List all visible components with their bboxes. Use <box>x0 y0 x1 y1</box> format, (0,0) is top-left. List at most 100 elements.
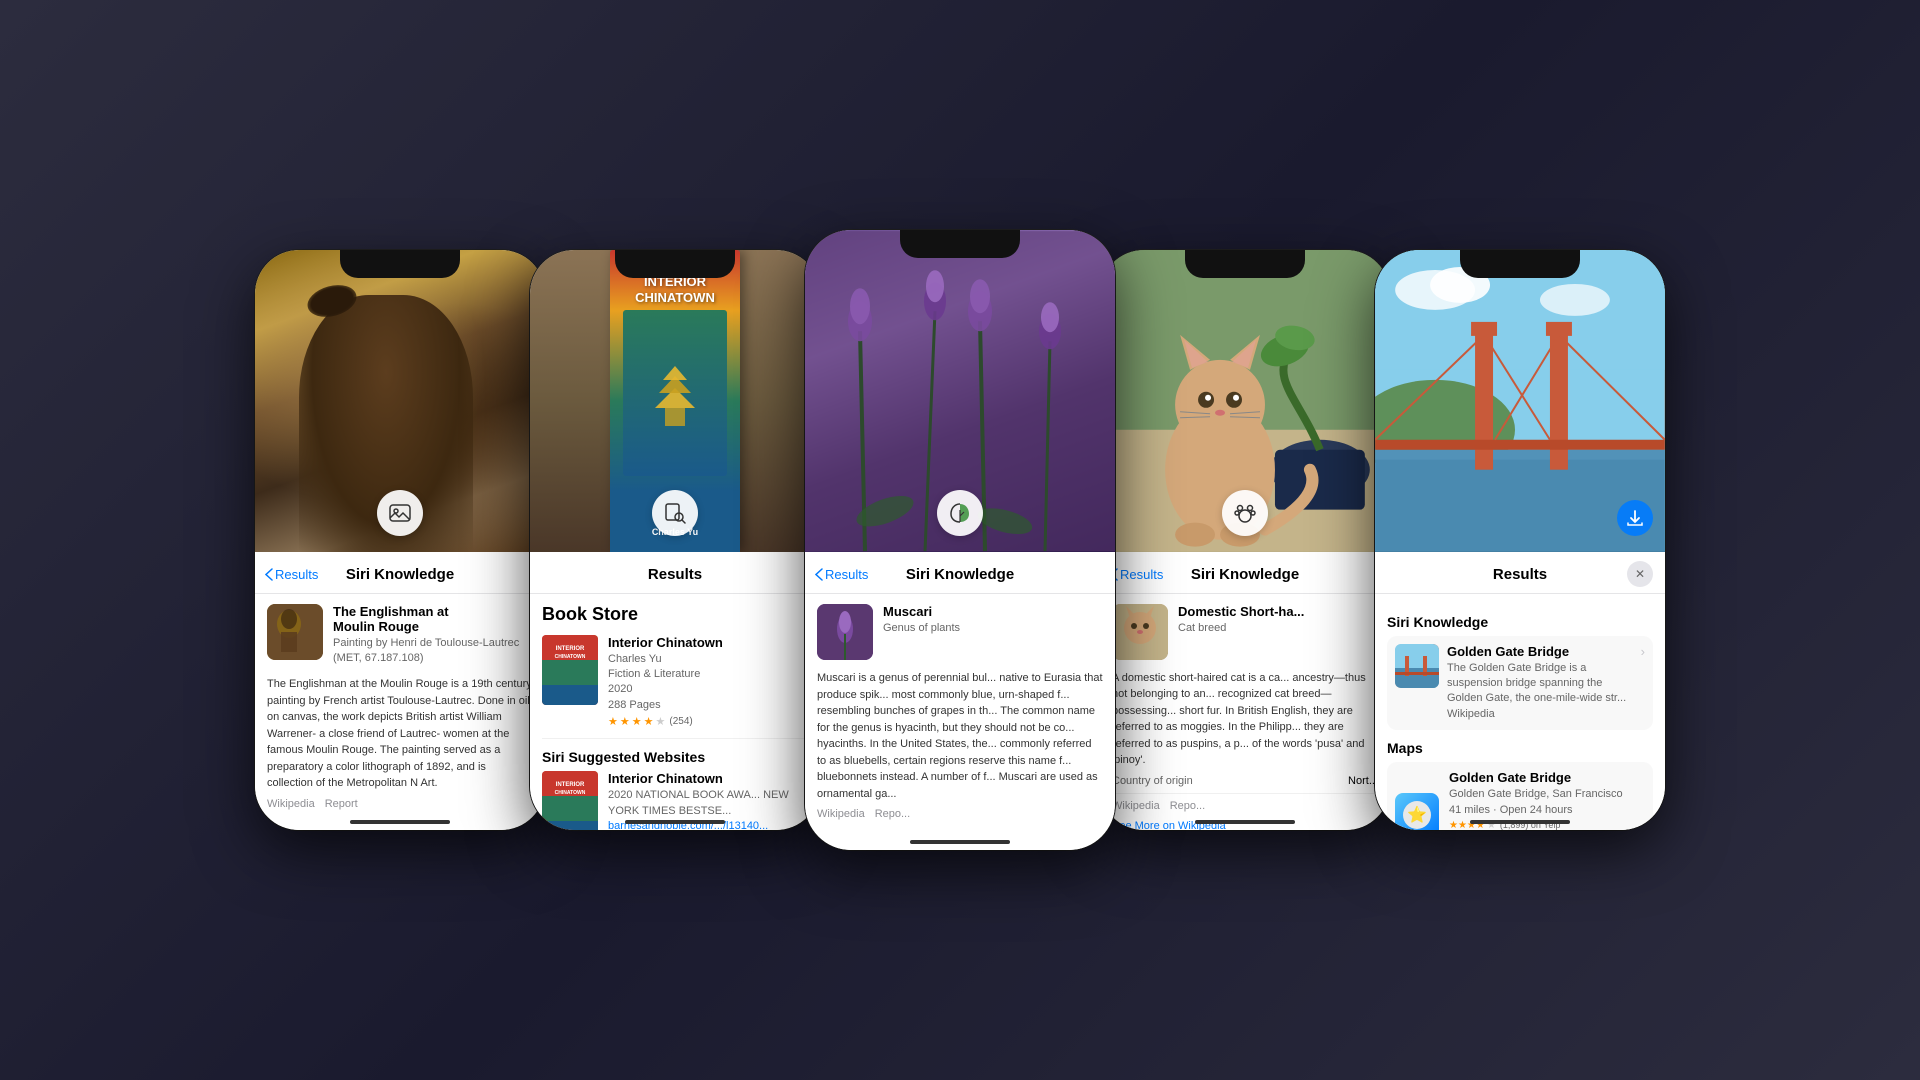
phone-5-maps-section: Maps <box>1387 740 1653 756</box>
phone-1-result-info: The Englishman atMoulin Rouge Painting b… <box>333 604 533 667</box>
phone-1-nav-title: Siri Knowledge <box>346 566 454 583</box>
phone-3-source-row: Wikipedia Repo... <box>817 808 1103 820</box>
phone-3-report[interactable]: Repo... <box>875 808 910 820</box>
phone-4-info-row: Country of origin Nort... <box>1112 769 1378 794</box>
phone-2-content: Book Store INTERIOR CHINATOWN <box>530 594 820 830</box>
phone-2-home-indicator <box>625 820 725 824</box>
bridge-thumb <box>1395 644 1439 688</box>
phone-2-star-2: ★ <box>620 715 630 728</box>
phone-4-result-info: Domestic Short-ha... Cat breed <box>1178 604 1378 660</box>
phone-4-info-value: Nort... <box>1348 775 1378 787</box>
phone-3-screen: Results Siri Knowledge <box>805 230 1115 850</box>
phone-2-section-title: Book Store <box>542 604 808 625</box>
phone-3-home-indicator <box>910 840 1010 844</box>
phone-3-result-sub: Genus of plants <box>883 621 1103 636</box>
phone-4-source: Wikipedia <box>1112 800 1160 812</box>
book-title-overlay: INTERIORCHINATOWN <box>617 274 734 305</box>
phone-4: Results Siri Knowledge <box>1100 250 1390 830</box>
phone-1: Results Siri Knowledge <box>255 250 545 830</box>
phone-2-wrapper: INTERIORCHINATOWN Charles Yu <box>530 250 820 830</box>
phone-4-lookup-icon[interactable] <box>1222 490 1268 536</box>
phone-5-wiki-card[interactable]: Golden Gate Bridge The Golden Gate Bridg… <box>1387 636 1653 731</box>
svg-text:⭐: ⭐ <box>1407 805 1427 824</box>
phone-4-source-row: Wikipedia Repo... <box>1112 800 1378 812</box>
phone-3-image <box>805 230 1115 552</box>
phone-1-report[interactable]: Report <box>325 798 358 810</box>
phone-1-notch <box>340 250 460 278</box>
phone-4-wrapper: Results Siri Knowledge <box>1100 250 1390 830</box>
phone-5-image <box>1375 250 1665 552</box>
phone-5-wiki-title: Golden Gate Bridge <box>1447 644 1633 659</box>
phone-1-image <box>255 250 545 552</box>
phone-4-result-title: Domestic Short-ha... <box>1178 604 1378 619</box>
phone-2-book-year: 2020 <box>608 682 808 697</box>
download-icon <box>1626 509 1644 527</box>
phone-5-home-indicator <box>1470 820 1570 824</box>
phone-1-description: The Englishman at the Moulin Rouge is a … <box>267 676 533 792</box>
phone-3-nav: Results Siri Knowledge <box>805 552 1115 594</box>
phone-5-bottom: Results ✕ Siri Knowledge <box>1375 552 1665 830</box>
phone-4-bottom: Results Siri Knowledge <box>1100 552 1390 830</box>
photo-icon <box>389 502 411 524</box>
phone-3-back-button[interactable]: Results <box>815 567 868 582</box>
pagoda-icon <box>645 358 705 428</box>
phone-5-wiki-desc: The Golden Gate Bridge is a suspension b… <box>1447 661 1633 707</box>
phone-5-maps-thumb: ⭐ <box>1395 793 1439 830</box>
phone-2-lookup-icon[interactable] <box>652 490 698 536</box>
phone-5-nav: Results ✕ <box>1375 552 1665 594</box>
phone-4-content: Domestic Short-ha... Cat breed A domesti… <box>1100 594 1390 830</box>
phone-2-book-info: Interior Chinatown Charles Yu Fiction & … <box>608 635 808 729</box>
phone-1-back-button[interactable]: Results <box>265 567 318 582</box>
phone-1-source-row: Wikipedia Report <box>267 798 533 810</box>
svg-text:INTERIOR: INTERIOR <box>556 646 585 652</box>
maps-star-icon: ⭐ <box>1402 800 1432 830</box>
phone-5-screen: Results ✕ Siri Knowledge <box>1375 250 1665 830</box>
phone-4-thumb <box>1112 604 1168 660</box>
phone-2-suggested-desc: 2020 NATIONAL BOOK AWA... NEW YORK TIMES… <box>608 788 808 819</box>
phone-2-suggested-cover: INTERIOR CHINATOWN <box>542 771 598 830</box>
phone-5-download-icon[interactable] <box>1617 500 1653 536</box>
phone-4-nav: Results Siri Knowledge <box>1100 552 1390 594</box>
phone-2-nav: Results <box>530 552 820 594</box>
phone-5-wiki-info: Golden Gate Bridge The Golden Gate Bridg… <box>1447 644 1633 723</box>
phone-3-lookup-icon[interactable] <box>937 490 983 536</box>
phone-1-wrapper: Results Siri Knowledge <box>255 250 545 830</box>
scene: Results Siri Knowledge <box>0 0 1920 1080</box>
phone-4-back-button[interactable]: Results <box>1110 567 1163 582</box>
phone-4-image <box>1100 250 1390 552</box>
phone-4-info-label: Country of origin <box>1112 775 1193 787</box>
phone-2-suggested-title: Siri Suggested Websites <box>542 749 808 765</box>
interior-chinatown-thumb: INTERIOR CHINATOWN <box>542 635 598 705</box>
phone-4-report[interactable]: Repo... <box>1170 800 1205 812</box>
phone-2-star-5: ★ <box>656 715 666 728</box>
svg-text:CHINATOWN: CHINATOWN <box>555 790 586 796</box>
phone-5-wiki-thumb <box>1395 644 1439 688</box>
phone-3-bottom: Results Siri Knowledge <box>805 552 1115 850</box>
phone-2-book-cover: INTERIOR CHINATOWN <box>542 635 598 705</box>
phone-3-notch <box>900 230 1020 258</box>
phone-2: INTERIORCHINATOWN Charles Yu <box>530 250 820 830</box>
phone-5-close-button[interactable]: ✕ <box>1627 561 1653 587</box>
phone-3-nav-title: Siri Knowledge <box>906 566 1014 583</box>
phone-1-result-title: The Englishman atMoulin Rouge <box>333 604 533 634</box>
phone-5-maps-subtitle: Golden Gate Bridge, San Francisco <box>1449 787 1645 802</box>
phone-3-wrapper: Results Siri Knowledge <box>805 230 1115 850</box>
phone-3: Results Siri Knowledge <box>805 230 1115 850</box>
phones-row: Results Siri Knowledge <box>225 230 1695 850</box>
phone-4-description: A domestic short-haired cat is a ca... a… <box>1112 670 1378 769</box>
phone-3-result-card: Muscari Genus of plants <box>817 604 1103 660</box>
phone-2-image: INTERIORCHINATOWN Charles Yu <box>530 250 820 552</box>
phone-1-screen: Results Siri Knowledge <box>255 250 545 830</box>
phone-3-result-info: Muscari Genus of plants <box>883 604 1103 660</box>
phone-1-back-label: Results <box>275 567 318 582</box>
phone-4-home-indicator <box>1195 820 1295 824</box>
phone-5: Results ✕ Siri Knowledge <box>1375 250 1665 830</box>
phone-5-nav-title: Results <box>1493 566 1547 583</box>
phone-1-lookup-icon[interactable] <box>377 490 423 536</box>
phone-4-notch <box>1185 250 1305 278</box>
phone-5-wrapper: Results ✕ Siri Knowledge <box>1375 250 1665 830</box>
phone-2-star-4: ★ <box>644 715 654 728</box>
book-illustration <box>623 310 727 476</box>
phone-2-book-title: Interior Chinatown <box>608 635 808 650</box>
phone-5-wiki-source: Wikipedia <box>1447 707 1633 722</box>
